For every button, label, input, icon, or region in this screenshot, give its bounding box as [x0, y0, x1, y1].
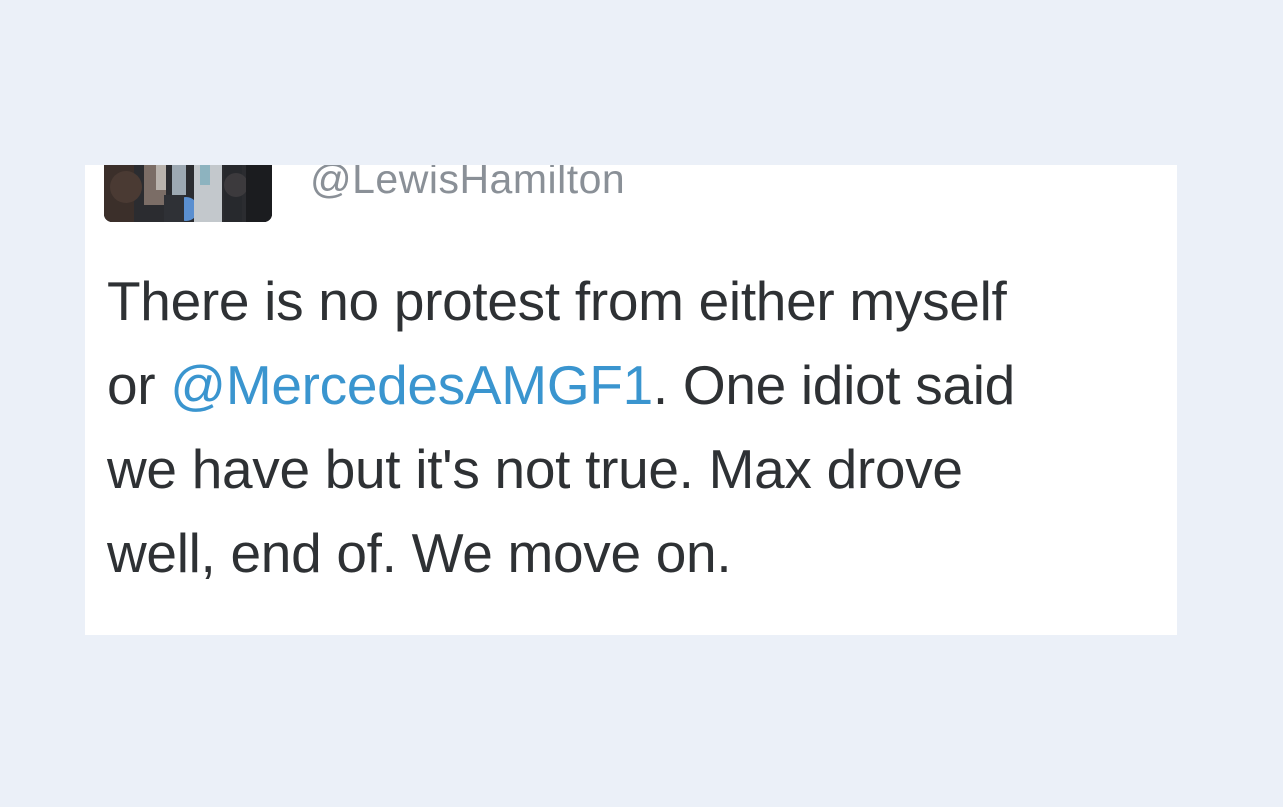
avatar[interactable] [104, 165, 272, 222]
tweet-line-3: we have but it's not true. Max drove [107, 438, 963, 500]
mention-link[interactable]: @MercedesAMGF1 [170, 354, 653, 416]
avatar-photo [104, 165, 272, 222]
tweet-line-2-prefix: or [107, 354, 171, 416]
tweet-line-4: well, end of. We move on. [107, 522, 732, 584]
author-handle[interactable]: @LewisHamilton [310, 165, 625, 203]
tweet-card: @LewisHamilton There is no protest from … [85, 165, 1177, 635]
tweet-body: There is no protest from either myself or… [107, 259, 1167, 595]
handle-container: @LewisHamilton [310, 165, 810, 203]
tweet-line-1: There is no protest from either myself [107, 270, 1007, 332]
tweet-line-2-suffix: . One idiot said [652, 354, 1015, 416]
